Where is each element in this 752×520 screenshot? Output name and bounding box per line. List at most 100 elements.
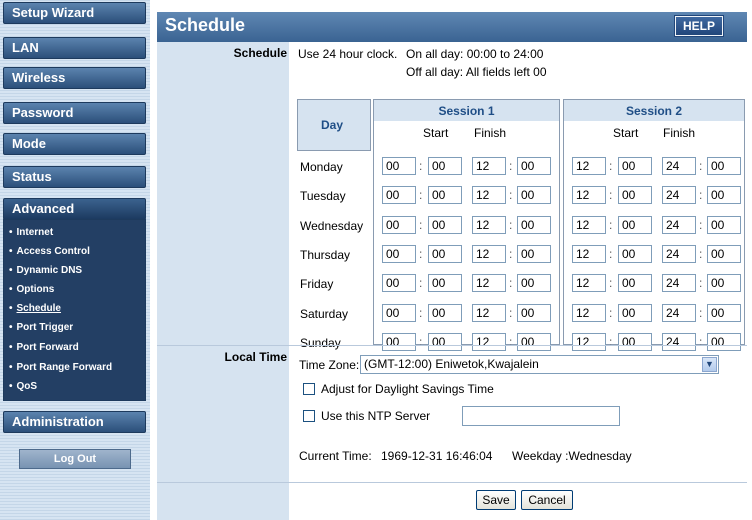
session2-finish-hour-input[interactable] [662,216,696,234]
session1-finish-minute-input[interactable] [517,157,551,175]
session2-start-minute-input[interactable] [618,245,652,263]
session1-finish-hour-input[interactable] [472,245,506,263]
ntp-checkbox[interactable] [303,410,315,422]
submenu-internet[interactable]: • Internet [9,227,53,238]
session1-start-minute-input[interactable] [428,245,462,263]
nav-password[interactable]: Password [3,102,146,124]
logout-button[interactable]: Log Out [19,449,131,469]
help-button[interactable]: HELP [674,15,724,37]
session1-start-hour-input[interactable] [382,274,416,292]
session2-finish-hour-input[interactable] [662,274,696,292]
submenu-dynamic-dns[interactable]: • Dynamic DNS [9,265,82,276]
submenu-port-range-forward[interactable]: • Port Range Forward [9,362,112,373]
timezone-select[interactable]: (GMT-12:00) Eniwetok,Kwajalein ▼ [360,355,719,374]
session2-start-hour-input[interactable] [572,274,606,292]
session1-start-hour-input[interactable] [382,333,416,351]
time-separator: : [509,188,513,202]
session2-start-minute-input[interactable] [618,274,652,292]
time-separator: : [509,247,513,261]
session2-finish-hour-input[interactable] [662,186,696,204]
nav-wireless[interactable]: Wireless [3,67,146,89]
time-separator: : [699,247,703,261]
session1-finish-hour-input[interactable] [472,216,506,234]
session1-finish-hour-input[interactable] [472,157,506,175]
session1-finish-minute-input[interactable] [517,216,551,234]
submenu-port-trigger[interactable]: • Port Trigger [9,322,73,333]
time-separator: : [509,306,513,320]
session2-finish-minute-input[interactable] [707,333,741,351]
session2-finish-minute-input[interactable] [707,216,741,234]
session2-finish-header: Finish [663,126,696,140]
session1-start-minute-input[interactable] [428,274,462,292]
time-separator: : [419,188,423,202]
session2-finish-minute-input[interactable] [707,157,741,175]
time-separator: : [609,247,613,261]
nav-advanced[interactable]: Advanced [3,198,146,220]
session1-finish-hour-input[interactable] [472,186,506,204]
session2-start-header: Start [613,126,639,140]
session1-start-hour-input[interactable] [382,157,416,175]
nav-administration[interactable]: Administration [3,411,146,433]
session2-finish-hour-input[interactable] [662,333,696,351]
session2-start-minute-input[interactable] [618,216,652,234]
submenu-label: Internet [16,227,54,238]
session2-start-minute-input[interactable] [618,157,652,175]
day-column-header: Day [321,118,344,132]
dst-checkbox[interactable] [303,383,315,395]
session1-start-hour-input[interactable] [382,304,416,322]
session1-finish-minute-input[interactable] [517,304,551,322]
session1-finish-hour-input[interactable] [472,274,506,292]
ntp-server-input[interactable] [462,406,620,426]
session2-finish-minute-input[interactable] [707,304,741,322]
session2-start-hour-input[interactable] [572,333,606,351]
session2-finish-minute-input[interactable] [707,186,741,204]
nav-lan[interactable]: LAN [3,37,146,59]
submenu-label: Options [16,284,55,295]
submenu-port-forward[interactable]: • Port Forward [9,342,79,353]
session1-finish-hour-input[interactable] [472,333,506,351]
submenu-qos[interactable]: • QoS [9,381,37,392]
session1-start-minute-input[interactable] [428,216,462,234]
submenu-label: Port Range Forward [16,362,113,373]
session2-start-minute-input[interactable] [618,333,652,351]
session1-start-minute-input[interactable] [428,333,462,351]
session1-start-hour-input[interactable] [382,186,416,204]
session1-finish-minute-input[interactable] [517,274,551,292]
submenu-schedule[interactable]: • Schedule [9,303,61,314]
submenu-options[interactable]: • Options [9,284,54,295]
local-time-section-label: Local Time [224,350,287,364]
nav-mode[interactable]: Mode [3,133,146,155]
session2-finish-minute-input[interactable] [707,245,741,263]
save-button[interactable]: Save [476,490,516,510]
session2-finish-hour-input[interactable] [662,304,696,322]
cancel-button[interactable]: Cancel [521,490,573,510]
session1-start-hour-input[interactable] [382,216,416,234]
chevron-down-icon[interactable]: ▼ [702,357,717,372]
schedule-hint-on-all-day: On all day: 00:00 to 24:00 [406,47,544,61]
session1-start-minute-input[interactable] [428,304,462,322]
session2-finish-hour-input[interactable] [662,157,696,175]
session2-finish-minute-input[interactable] [707,274,741,292]
time-separator: : [609,335,613,349]
session1-start-minute-input[interactable] [428,186,462,204]
session2-start-minute-input[interactable] [618,304,652,322]
session1-finish-minute-input[interactable] [517,245,551,263]
schedule-grid: Day Session 1 Session 2 Start Finish Sta… [297,99,745,351]
ntp-label: Use this NTP Server [321,409,431,423]
session1-finish-minute-input[interactable] [517,186,551,204]
nav-status[interactable]: Status [3,166,146,188]
session1-finish-hour-input[interactable] [472,304,506,322]
session2-finish-hour-input[interactable] [662,245,696,263]
nav-setup-wizard[interactable]: Setup Wizard [3,2,146,24]
session2-start-hour-input[interactable] [572,157,606,175]
session2-start-hour-input[interactable] [572,304,606,322]
submenu-access-control[interactable]: • Access Control [9,246,90,257]
session1-start-minute-input[interactable] [428,157,462,175]
day-label: Friday [300,277,334,291]
session1-finish-minute-input[interactable] [517,333,551,351]
session2-start-hour-input[interactable] [572,216,606,234]
session2-start-hour-input[interactable] [572,186,606,204]
session2-start-minute-input[interactable] [618,186,652,204]
session2-start-hour-input[interactable] [572,245,606,263]
session1-start-hour-input[interactable] [382,245,416,263]
